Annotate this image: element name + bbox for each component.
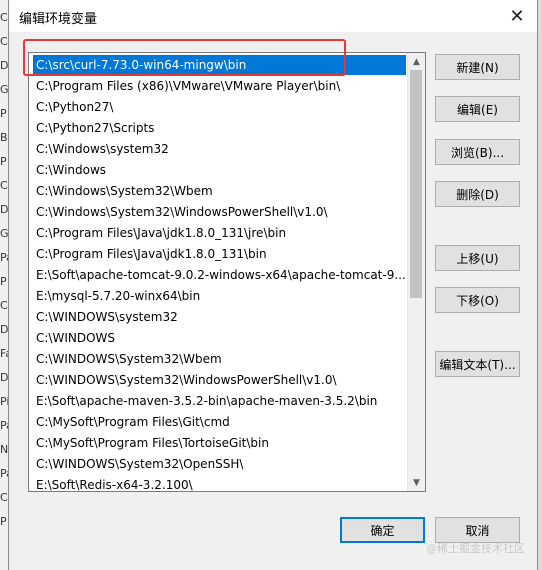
path-list-item[interactable]: C:\Windows [33, 160, 406, 180]
background-text-fragment: C [0, 299, 8, 312]
vertical-scrollbar[interactable]: ▲ ▼ [407, 53, 425, 491]
background-text-fragment: C [0, 179, 8, 192]
background-text-fragment: C [0, 11, 8, 24]
path-list-item[interactable]: C:\src\curl-7.73.0-win64-mingw\bin [33, 55, 406, 75]
edit-text-button[interactable]: 编辑文本(T)... [435, 351, 520, 377]
background-text-fragment: C [0, 35, 8, 48]
path-list-item[interactable]: C:\Program Files (x86)\VMware\VMware Pla… [33, 76, 406, 96]
move-down-button[interactable]: 下移(O) [435, 287, 520, 313]
path-list-item[interactable]: C:\WINDOWS\System32\WindowsPowerShell\v1… [33, 370, 406, 390]
path-list-item[interactable]: C:\MySoft\Program Files\Git\cmd [33, 412, 406, 432]
move-up-button[interactable]: 上移(U) [435, 245, 520, 271]
close-icon[interactable]: ✕ [503, 3, 531, 29]
path-list-item[interactable]: E:\Soft\Redis-x64-3.2.100\ [33, 475, 406, 491]
path-list-item[interactable]: C:\WINDOWS\System32\Wbem [33, 349, 406, 369]
path-list-item[interactable]: C:\Python27\ [33, 97, 406, 117]
path-list-item[interactable]: C:\WINDOWS [33, 328, 406, 348]
dialog-title: 编辑环境变量 [19, 12, 98, 27]
scrollbar-thumb[interactable] [410, 70, 422, 298]
watermark: @稀土掘金技术社区 [426, 542, 525, 555]
edit-button[interactable]: 编辑(E) [435, 96, 520, 122]
path-list-item[interactable]: C:\Windows\system32 [33, 139, 406, 159]
background-text-fragment: P [0, 107, 7, 120]
path-list-item[interactable]: E:\Soft\apache-maven-3.5.2-bin\apache-ma… [33, 391, 406, 411]
background-text-fragment: B [0, 131, 8, 144]
background-text-fragment: C [0, 491, 8, 504]
path-list-item[interactable]: E:\Soft\apache-tomcat-9.0.2-windows-x64\… [33, 265, 406, 285]
ok-button[interactable]: 确定 [340, 517, 425, 543]
path-list-item[interactable]: C:\WINDOWS\system32 [33, 307, 406, 327]
path-list-item[interactable]: C:\MySoft\Program Files\TortoiseGit\bin [33, 433, 406, 453]
edit-env-variable-dialog: 编辑环境变量 ✕ ▲ ▼ C:\src\curl-7.73.0-win64-mi… [8, 0, 538, 570]
delete-button[interactable]: 删除(D) [435, 181, 520, 207]
background-text-fragment: P [0, 275, 7, 288]
background-text-fragment: P [0, 515, 7, 528]
path-list[interactable]: ▲ ▼ C:\src\curl-7.73.0-win64-mingw\bin C:… [28, 52, 426, 492]
path-list-item[interactable]: C:\Windows\System32\WindowsPowerShell\v1… [33, 202, 406, 222]
browse-button[interactable]: 浏览(B)... [435, 139, 520, 165]
background-text-fragment: P [0, 155, 7, 168]
new-button[interactable]: 新建(N) [435, 54, 520, 80]
path-list-item[interactable]: C:\Program Files\Java\jdk1.8.0_131\jre\b… [33, 223, 406, 243]
path-list-item[interactable]: C:\Python27\Scripts [33, 118, 406, 138]
path-list-item[interactable]: C:\WINDOWS\System32\OpenSSH\ [33, 454, 406, 474]
scroll-down-icon[interactable]: ▼ [408, 474, 425, 491]
scroll-up-icon[interactable]: ▲ [408, 53, 425, 70]
path-list-item[interactable]: E:\mysql-5.7.20-winx64\bin [33, 286, 406, 306]
background-text-fragment: N [0, 443, 9, 456]
path-list-item[interactable]: C:\Windows\System32\Wbem [33, 181, 406, 201]
path-list-item[interactable]: C:\Program Files\Java\jdk1.8.0_131\bin [33, 244, 406, 264]
title-bar: 编辑环境变量 ✕ [9, 0, 537, 32]
